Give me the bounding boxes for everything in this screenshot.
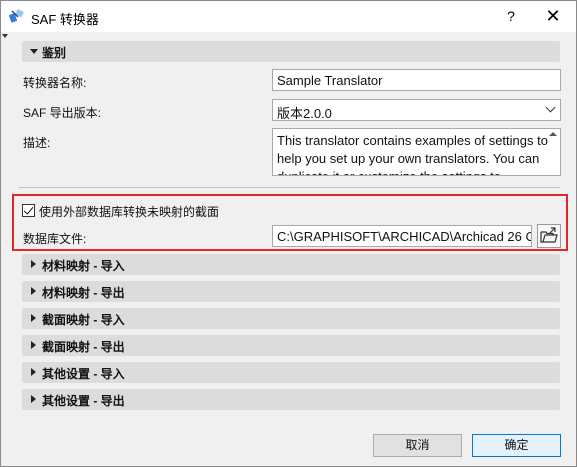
use-external-db-checkbox[interactable]	[22, 204, 35, 217]
saf-version-value: 版本2.0.0	[277, 106, 332, 121]
database-file-input[interactable]: C:\GRAPHISOFT\ARCHICAD\Archicad 26 CH	[272, 225, 532, 247]
description-textarea[interactable]: This translator contains examples of set…	[272, 128, 561, 176]
translator-name-label: 转换器名称:	[23, 76, 87, 90]
expanded-triangle-icon	[30, 49, 38, 54]
section-header-section-export[interactable]: 截面映射 - 导出	[22, 335, 560, 356]
collapsed-triangle-icon	[31, 260, 36, 268]
section-header-material-export[interactable]: 材料映射 - 导出	[22, 281, 560, 302]
collapsed-triangle-icon	[31, 287, 36, 295]
section-header-other-import[interactable]: 其他设置 - 导入	[22, 362, 560, 383]
collapsed-triangle-icon	[31, 395, 36, 403]
section-header-identification[interactable]: 鉴别	[22, 41, 560, 62]
title-bar: SAF 转换器 ? ✕	[1, 1, 576, 32]
checkmark-icon	[23, 204, 34, 215]
browse-button[interactable]	[537, 224, 561, 248]
section-label: 材料映射 - 导出	[42, 286, 125, 300]
collapsed-triangle-icon	[31, 368, 36, 376]
close-button[interactable]: ✕	[539, 3, 567, 29]
panel-collapse-marker[interactable]	[2, 34, 8, 38]
section-label: 截面映射 - 导出	[42, 340, 125, 354]
database-file-label: 数据库文件:	[23, 232, 87, 246]
chevron-down-icon	[545, 102, 556, 113]
folder-open-icon	[540, 227, 558, 243]
section-header-other-export[interactable]: 其他设置 - 导出	[22, 389, 560, 410]
section-label: 鉴别	[42, 46, 67, 60]
section-label: 材料映射 - 导入	[42, 259, 125, 273]
scroll-up-arrow-icon[interactable]	[549, 132, 557, 136]
saf-translator-dialog: SAF 转换器 ? ✕ 鉴别 转换器名称: Sample Translator …	[0, 0, 577, 467]
section-header-material-import[interactable]: 材料映射 - 导入	[22, 254, 560, 275]
saf-translator-icon	[8, 8, 25, 24]
section-label: 截面映射 - 导入	[42, 313, 125, 327]
collapsed-triangle-icon	[31, 314, 36, 322]
help-button[interactable]: ?	[497, 3, 525, 29]
saf-version-label: SAF 导出版本:	[23, 106, 102, 120]
cancel-button[interactable]: 取消	[373, 434, 462, 457]
ok-button[interactable]: 确定	[472, 434, 561, 457]
collapsed-triangle-icon	[31, 341, 36, 349]
saf-version-select[interactable]: 版本2.0.0	[272, 99, 561, 121]
section-label: 其他设置 - 导出	[42, 394, 125, 408]
translator-name-input[interactable]: Sample Translator	[272, 69, 561, 91]
section-header-section-import[interactable]: 截面映射 - 导入	[22, 308, 560, 329]
description-text: This translator contains examples of set…	[277, 133, 548, 175]
description-label: 描述:	[23, 136, 51, 150]
section-label: 其他设置 - 导入	[42, 367, 125, 381]
use-external-db-label[interactable]: 使用外部数据库转换未映射的截面	[39, 203, 219, 220]
separator	[19, 187, 560, 188]
window-title: SAF 转换器	[31, 12, 99, 27]
